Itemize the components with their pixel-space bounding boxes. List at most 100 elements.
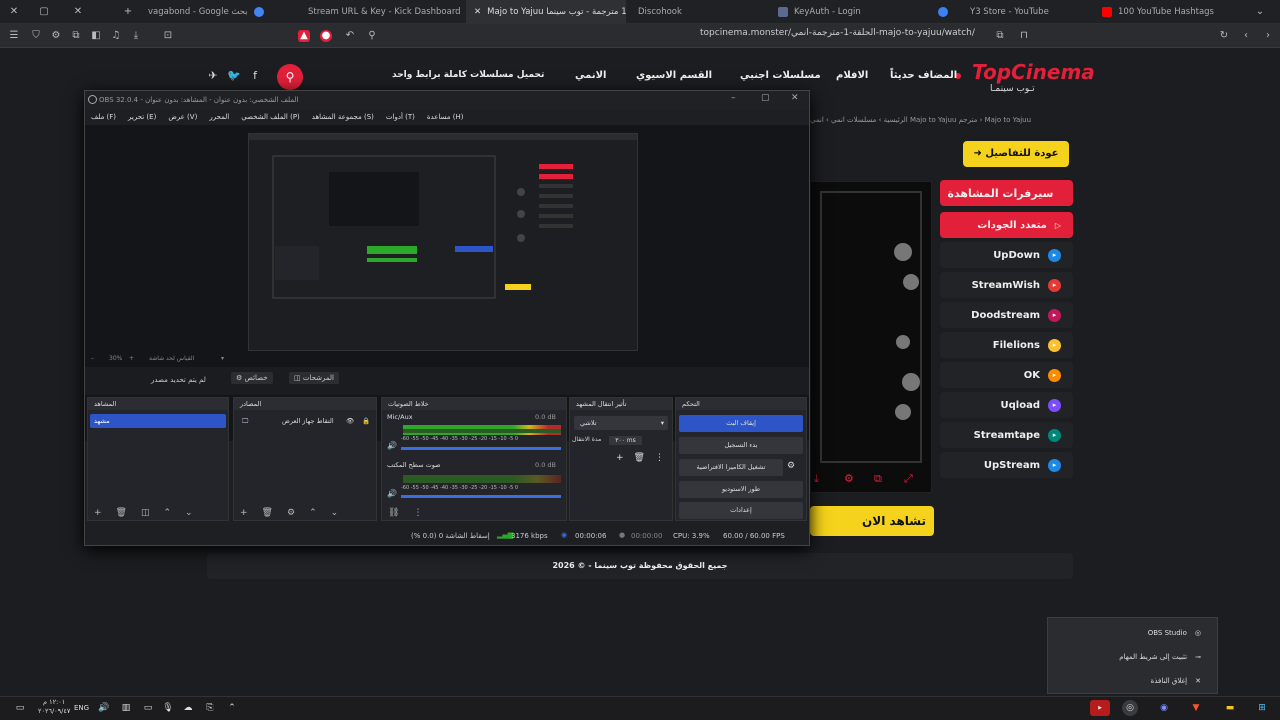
desktop-icon[interactable]: ▭ [12, 700, 28, 716]
reload-icon[interactable]: ↶ [344, 30, 356, 42]
player-settings-icon[interactable]: ⚙ [844, 472, 854, 485]
nav-full-series[interactable]: تحميل مسلسلات كاملة برابط واحد [392, 70, 544, 80]
youtube-app-icon[interactable]: ▶ [1090, 700, 1110, 716]
microphone-icon[interactable]: 🎙 [160, 700, 176, 716]
multi-quality-button[interactable]: متعدد الجودات ▷ [940, 212, 1073, 238]
menu-edit[interactable]: تحرير (E) [128, 109, 156, 125]
filter-icon[interactable]: ◫ [141, 508, 150, 518]
jumplist-pin[interactable]: تثبيت إلى شريط المهام ⊸ [1119, 649, 1201, 665]
obs-taskbar-icon[interactable]: ◎ [1122, 700, 1138, 716]
tabs-icon[interactable]: ⧉ [70, 30, 82, 42]
settings-button[interactable]: إعدادات [679, 502, 803, 519]
site-info-icon[interactable]: ⚲ [366, 30, 378, 42]
add-icon[interactable]: + [94, 508, 102, 518]
screenshot-icon[interactable]: ⊡ [162, 30, 174, 42]
new-tab-icon[interactable]: + [122, 6, 134, 18]
server-updown[interactable]: UpDown ▸ [940, 242, 1073, 268]
start-icon[interactable]: ⊞ [1254, 700, 1270, 716]
menu-scene-collection[interactable]: مجموعة المشاهد (S) [312, 109, 374, 125]
gear-icon[interactable]: ⚙ [287, 508, 295, 518]
onedrive-icon[interactable]: ☁ [180, 700, 196, 716]
trash-icon[interactable]: 🗑 [116, 508, 127, 518]
desktop-volume-slider[interactable] [401, 495, 561, 498]
scene-item[interactable]: مشهد [90, 414, 226, 428]
player-fullscreen-icon[interactable]: ⤢ [904, 472, 913, 486]
menu-profile[interactable]: الملف الشخصي (P) [241, 109, 300, 125]
brave-icon[interactable]: ▼ [1188, 700, 1204, 716]
nav-anime[interactable]: الانمي [575, 70, 606, 81]
zoom-out-icon[interactable]: – [91, 355, 94, 362]
minimize-icon[interactable]: – [731, 93, 736, 103]
menu-view[interactable]: عرض (V) [168, 109, 197, 125]
opera-icon[interactable]: ✕ [8, 6, 20, 18]
mic-volume-slider[interactable] [401, 447, 561, 450]
facebook-icon[interactable]: f [248, 69, 262, 83]
address-bar[interactable]: topcinema.monster/الحلقة-1-مترجمة-انمي-m… [700, 28, 975, 38]
tab-y3store[interactable]: Y3 Store - YouTube [930, 0, 1090, 24]
studio-mode-button[interactable]: طور الاستوديو [679, 481, 803, 498]
jumplist-app[interactable]: OBS Studio ◎ [1148, 625, 1201, 641]
link-icon[interactable]: ⛓ [388, 508, 399, 518]
duration-input[interactable]: ٣٠٠ ms [609, 436, 642, 445]
chevron-down-icon[interactable]: ▾ [221, 355, 224, 362]
server-uqload[interactable]: Uqload ▸ [940, 392, 1073, 418]
server-streamwish[interactable]: StreamWish ▸ [940, 272, 1073, 298]
obs-titlebar[interactable]: OBS 32.0.4 - الملف الشخصي: بدون عنوان - … [85, 91, 809, 109]
back-to-details-button[interactable]: ➜ عودة للتفاصيل [963, 141, 1069, 167]
obs-window[interactable]: OBS 32.0.4 - الملف الشخصي: بدون عنوان - … [84, 90, 810, 546]
lock-icon[interactable]: 🔒 [362, 414, 370, 428]
network-icon[interactable]: ▥ [118, 700, 134, 716]
volume-icon[interactable]: 🔊 [96, 700, 112, 716]
tab-hashtags[interactable]: 100 YouTube Hashtags [1094, 0, 1244, 24]
nav-asian[interactable]: القسم الاسيوي [636, 70, 712, 81]
more-icon[interactable]: ⋮ [413, 508, 422, 518]
bookmark-icon[interactable]: ⊓ [1018, 30, 1030, 42]
trash-icon[interactable]: 🗑 [262, 508, 273, 518]
start-recording-button[interactable]: بدء التسجيل [679, 437, 803, 454]
speaker-icon[interactable]: 🔊 [387, 489, 397, 498]
copy-link-icon[interactable]: ⧉ [994, 30, 1006, 42]
server-streamtape[interactable]: Streamtape ▸ [940, 422, 1073, 448]
nav-foreign-series[interactable]: مسلسلات اجنبي [740, 70, 821, 81]
filters-button[interactable]: ◫ المرشحات [289, 372, 339, 384]
up-icon[interactable]: ⌃ [164, 508, 172, 518]
add-icon[interactable]: + [616, 453, 624, 463]
chevron-up-icon[interactable]: ⌃ [224, 700, 240, 716]
nav-movies[interactable]: الافلام [836, 70, 868, 81]
download-icon[interactable]: ⤓ [130, 30, 142, 42]
close-icon[interactable]: ✕ [791, 93, 799, 103]
tab-discohook[interactable]: Discohook [630, 0, 770, 24]
clock[interactable]: ١٢:٠١ م ٢٠٢٦/٠٩/٤٧ [38, 698, 70, 716]
video-player[interactable] [810, 181, 932, 493]
site-logo[interactable]: TopCinema [972, 60, 1095, 84]
refresh-icon[interactable]: ↻ [1218, 30, 1230, 42]
transition-select[interactable]: تلاشي ▾ [574, 416, 668, 430]
start-virtual-camera-button[interactable]: تشغيل الكاميرا الافتراضية [679, 459, 783, 476]
settings-icon[interactable]: ⚙ [50, 30, 62, 42]
nav-recently-added[interactable]: المضاف حديثاً [890, 70, 957, 81]
tab-kick[interactable]: Stream URL & Key - Kick Dashboard [300, 0, 460, 24]
menu-tools[interactable]: أدوات (T) [386, 109, 415, 125]
stop-streaming-button[interactable]: إيقاف البث [679, 415, 803, 432]
tab-google[interactable]: vagabond - Google بحث [140, 0, 280, 24]
usb-icon[interactable]: ⎘ [202, 700, 218, 716]
discord-icon[interactable]: ◉ [1156, 700, 1172, 716]
shield-icon[interactable]: ⛉ [30, 30, 42, 42]
tab-topcinema[interactable]: ✕Majo to Yajuu الحلقة 1 مترجمة - توب سين… [466, 0, 626, 24]
watch-now-button[interactable]: تشاهد الان [810, 506, 934, 536]
search-icon[interactable]: ⚲ [277, 64, 303, 90]
more-icon[interactable]: ⋮ [655, 453, 664, 463]
server-doodstream[interactable]: Doodstream ▸ [940, 302, 1073, 328]
menu-file[interactable]: ملف (F) [91, 109, 116, 125]
breadcrumb[interactable]: الرئيسية › مسلسلات انمي › انمي Majo to Y… [810, 116, 1031, 124]
file-explorer-icon[interactable]: ▬ [1222, 700, 1238, 716]
close-tab-icon[interactable]: ✕ [72, 6, 84, 18]
player-pip-icon[interactable]: ⧉ [874, 472, 882, 486]
back-icon[interactable]: ‹ [1240, 30, 1252, 42]
music-icon[interactable]: ♫ [110, 30, 122, 42]
jumplist-close[interactable]: إغلاق النافذة ✕ [1151, 673, 1201, 689]
server-filelions[interactable]: Filelions ▸ [940, 332, 1073, 358]
telegram-icon[interactable]: ✈ [206, 69, 220, 83]
forward-icon[interactable]: › [1262, 30, 1274, 42]
zoom-in-icon[interactable]: + [129, 355, 134, 362]
